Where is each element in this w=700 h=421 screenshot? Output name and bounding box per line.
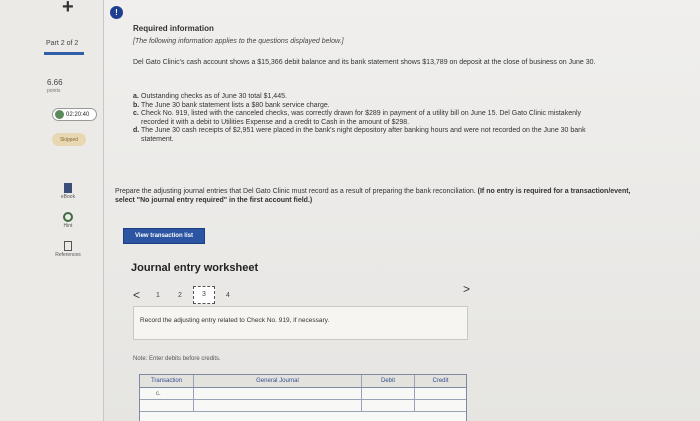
instructions: Prepare the adjusting journal entries th… xyxy=(115,187,635,205)
hint-icon xyxy=(63,212,73,222)
col-credit: Credit xyxy=(432,378,449,384)
table-row: c. xyxy=(140,388,466,400)
required-intro: [The following information applies to th… xyxy=(133,38,344,45)
list-item: a. Outstanding checks as of June 30 tota… xyxy=(133,93,603,102)
list-item: d. The June 30 cash receipts of $2,951 w… xyxy=(133,127,603,144)
hint-button[interactable]: Hint xyxy=(48,212,88,229)
facts-list: a. Outstanding checks as of June 30 tota… xyxy=(133,93,603,144)
references-button[interactable]: References xyxy=(48,241,88,258)
chevron-left-icon[interactable]: < xyxy=(133,288,147,302)
item-text: Check No. 919, listed with the canceled … xyxy=(141,110,582,126)
credit-cell[interactable] xyxy=(415,400,466,411)
col-transaction: Transaction xyxy=(140,375,194,387)
instructions-text: Prepare the adjusting journal entries th… xyxy=(115,188,478,195)
references-label: References xyxy=(55,252,81,258)
cash-statement: Del Gato Clinic's cash account shows a $… xyxy=(133,59,596,66)
account-cell[interactable] xyxy=(194,388,362,399)
timer-value: 02:20:40 xyxy=(66,111,90,118)
chevron-right-icon[interactable]: > xyxy=(463,282,470,296)
item-letter: b. xyxy=(133,101,140,109)
ebook-button[interactable]: eBook xyxy=(48,183,88,200)
page-2[interactable]: 2 xyxy=(169,292,191,299)
note-text: Note: Enter debits before credits. xyxy=(133,356,221,362)
points-label: points xyxy=(47,88,61,94)
entry-prompt: Record the adjusting entry related to Ch… xyxy=(140,317,330,324)
part-progress-bar xyxy=(44,52,84,55)
alert-icon: ! xyxy=(110,6,123,19)
hint-label: Hint xyxy=(63,223,73,229)
item-text: The June 30 bank statement lists a $80 b… xyxy=(141,101,330,109)
skipped-badge: Skipped xyxy=(52,133,86,146)
references-icon xyxy=(64,241,72,251)
sidebar: + Part 2 of 2 6.66 points 02:20:40 Skipp… xyxy=(0,0,104,421)
collapse-icon[interactable]: + xyxy=(62,0,74,19)
page-4[interactable]: 4 xyxy=(217,292,239,299)
transaction-cell xyxy=(140,400,194,411)
item-letter: c. xyxy=(133,110,139,117)
table-header: Transaction General Journal Debit Credit xyxy=(140,375,466,388)
list-item: c. Check No. 919, listed with the cancel… xyxy=(133,110,603,127)
account-cell[interactable] xyxy=(194,400,362,411)
ebook-icon xyxy=(64,183,72,193)
ebook-label: eBook xyxy=(60,194,76,200)
timer[interactable]: 02:20:40 xyxy=(52,108,97,121)
item-text: The June 30 cash receipts of $2,951 were… xyxy=(141,127,586,143)
item-letter: d. xyxy=(133,127,140,134)
worksheet-title: Journal entry worksheet xyxy=(131,262,259,274)
view-transaction-list-button[interactable]: View transaction list xyxy=(123,228,205,244)
col-debit: Debit xyxy=(362,375,415,387)
page-1[interactable]: 1 xyxy=(147,292,169,299)
credit-cell[interactable] xyxy=(415,388,466,399)
worksheet-pager: < 1 2 3 4 xyxy=(133,286,239,304)
item-letter: a. xyxy=(133,93,139,100)
page-3[interactable]: 3 xyxy=(193,286,215,304)
journal-table: Transaction General Journal Debit Credit… xyxy=(139,374,467,421)
required-title: Required information xyxy=(133,24,214,33)
item-text: Outstanding checks as of June 30 total $… xyxy=(141,93,287,100)
col-general-journal: General Journal xyxy=(194,375,362,387)
timer-icon xyxy=(55,110,64,119)
entry-prompt-box: Record the adjusting entry related to Ch… xyxy=(133,306,468,340)
transaction-cell: c. xyxy=(140,388,194,399)
screen: + Part 2 of 2 6.66 points 02:20:40 Skipp… xyxy=(0,0,700,421)
debit-cell[interactable] xyxy=(362,388,415,399)
list-item: b. The June 30 bank statement lists a $8… xyxy=(133,102,603,111)
debit-cell[interactable] xyxy=(362,400,415,411)
table-row xyxy=(140,400,466,412)
part-indicator: Part 2 of 2 xyxy=(46,40,79,47)
points-value: 6.66 xyxy=(47,78,63,87)
